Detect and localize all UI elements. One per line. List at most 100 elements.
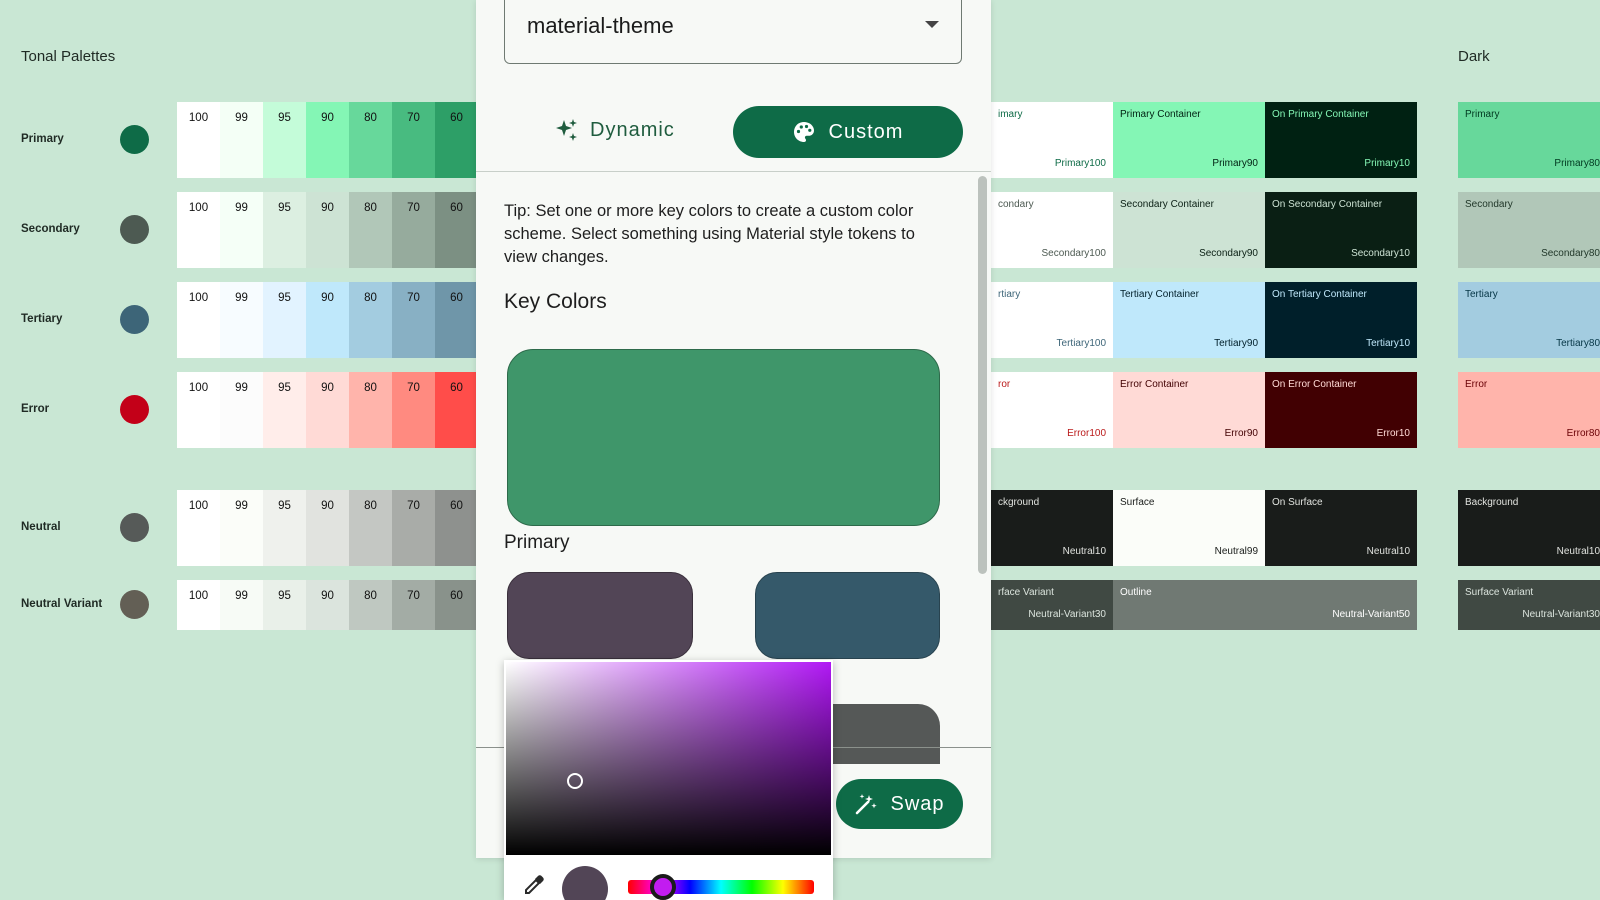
tone-swatch[interactable]: 80 — [349, 490, 392, 566]
tone-swatch[interactable]: 70 — [392, 372, 435, 448]
tile-role-name: ckground — [998, 497, 1040, 508]
tone-swatch[interactable]: 80 — [349, 580, 392, 630]
tile-role-name: Background — [1465, 497, 1519, 508]
swap-button[interactable]: Swap — [836, 779, 963, 829]
tonal-row-color-dot[interactable] — [120, 513, 149, 542]
tone-swatch[interactable]: 70 — [392, 282, 435, 358]
tone-swatch[interactable]: 100 — [177, 372, 220, 448]
light-scheme-tile[interactable]: Primary Container Primary90 — [1113, 102, 1265, 178]
saturation-value-area[interactable] — [506, 662, 831, 855]
tonal-row-label: Tertiary — [21, 313, 63, 325]
tonal-row-color-dot[interactable] — [120, 305, 149, 334]
tone-swatch[interactable]: 95 — [263, 192, 306, 268]
tone-swatch[interactable]: 95 — [263, 490, 306, 566]
tone-swatch[interactable]: 95 — [263, 282, 306, 358]
light-scheme-tile[interactable]: On Secondary Container Secondary10 — [1265, 192, 1417, 268]
tone-row: 100 99 95 90 80 70 60 — [177, 282, 478, 358]
primary-key-color-swatch[interactable] — [507, 349, 940, 526]
tone-swatch[interactable]: 70 — [392, 580, 435, 630]
dynamic-tab-button[interactable]: Dynamic — [554, 118, 675, 142]
tone-swatch[interactable]: 60 — [435, 282, 478, 358]
tone-swatch[interactable]: 70 — [392, 490, 435, 566]
theme-select[interactable]: material-theme — [504, 0, 962, 64]
tone-swatch[interactable]: 60 — [435, 490, 478, 566]
dark-scheme-tile[interactable]: Error Error80 — [1458, 372, 1600, 448]
tone-swatch[interactable]: 99 — [220, 102, 263, 178]
light-scheme-tile[interactable]: imary Primary100 — [991, 102, 1113, 178]
tone-swatch[interactable]: 60 — [435, 102, 478, 178]
tone-swatch[interactable]: 60 — [435, 192, 478, 268]
dark-scheme-tile[interactable]: Primary Primary80 — [1458, 102, 1600, 178]
tone-swatch[interactable]: 80 — [349, 282, 392, 358]
tone-swatch[interactable]: 100 — [177, 102, 220, 178]
tone-swatch[interactable]: 60 — [435, 580, 478, 630]
tone-swatch[interactable]: 70 — [392, 102, 435, 178]
light-scheme-tile[interactable]: On Tertiary Container Tertiary10 — [1265, 282, 1417, 358]
tone-row: 100 99 95 90 80 70 60 — [177, 192, 478, 268]
eyedropper-icon[interactable] — [522, 873, 546, 897]
tonal-row-color-dot[interactable] — [120, 125, 149, 154]
tonal-row-color-dot[interactable] — [120, 395, 149, 424]
tone-swatch[interactable]: 95 — [263, 580, 306, 630]
light-scheme-tile[interactable]: On Primary Container Primary10 — [1265, 102, 1417, 178]
tone-swatch[interactable]: 70 — [392, 192, 435, 268]
tone-swatch[interactable]: 80 — [349, 372, 392, 448]
dark-scheme-tile[interactable]: Secondary Secondary80 — [1458, 192, 1600, 268]
light-scheme-tile[interactable]: ckground Neutral10 — [991, 490, 1113, 566]
tonal-row-color-dot[interactable] — [120, 215, 149, 244]
tile-tone-name: Secondary100 — [1041, 248, 1107, 259]
tone-swatch[interactable]: 95 — [263, 102, 306, 178]
light-scheme-tile[interactable]: Outline Neutral-Variant50 — [1113, 580, 1417, 630]
light-scheme-tile[interactable]: ror Error100 — [991, 372, 1113, 448]
tile-role-name: rface Variant — [998, 587, 1054, 598]
tile-role-name: On Secondary Container — [1272, 199, 1383, 210]
tone-swatch[interactable]: 90 — [306, 192, 349, 268]
tone-swatch[interactable]: 90 — [306, 372, 349, 448]
light-scheme-tile[interactable]: On Error Container Error10 — [1265, 372, 1417, 448]
tile-role-name: Secondary — [1465, 199, 1513, 210]
tone-swatch[interactable]: 100 — [177, 282, 220, 358]
tone-swatch[interactable]: 99 — [220, 580, 263, 630]
light-scheme-tile[interactable]: On Surface Neutral10 — [1265, 490, 1417, 566]
light-scheme-tile[interactable]: Tertiary Container Tertiary90 — [1113, 282, 1265, 358]
panel-scrollbar[interactable] — [978, 176, 987, 574]
tile-tone-name: Tertiary100 — [1056, 338, 1106, 349]
custom-tab-button[interactable]: Custom — [733, 106, 963, 158]
tone-swatch[interactable]: 90 — [306, 580, 349, 630]
light-scheme-tile[interactable]: Surface Neutral99 — [1113, 490, 1265, 566]
light-scheme-tile[interactable]: condary Secondary100 — [991, 192, 1113, 268]
tone-swatch[interactable]: 90 — [306, 102, 349, 178]
tone-swatch[interactable]: 99 — [220, 192, 263, 268]
light-scheme-tile[interactable]: Error Container Error90 — [1113, 372, 1265, 448]
tonal-row-color-dot[interactable] — [120, 590, 149, 619]
tone-row: 100 99 95 90 80 70 60 — [177, 372, 478, 448]
tile-role-name: rtiary — [998, 289, 1021, 300]
tonal-row-label: Primary — [21, 133, 64, 145]
tone-swatch[interactable]: 95 — [263, 372, 306, 448]
tone-swatch[interactable]: 99 — [220, 282, 263, 358]
tone-swatch[interactable]: 99 — [220, 372, 263, 448]
dark-scheme-tile[interactable]: Tertiary Tertiary80 — [1458, 282, 1600, 358]
tertiary-key-color-swatch[interactable] — [755, 572, 940, 659]
tone-swatch[interactable]: 60 — [435, 372, 478, 448]
key-colors-title: Key Colors — [504, 290, 607, 313]
tone-swatch[interactable]: 80 — [349, 192, 392, 268]
tone-swatch[interactable]: 90 — [306, 282, 349, 358]
light-scheme-tile[interactable]: rtiary Tertiary100 — [991, 282, 1113, 358]
tone-swatch[interactable]: 80 — [349, 102, 392, 178]
chevron-down-icon[interactable] — [925, 21, 939, 28]
dark-scheme-tile[interactable]: Surface Variant Neutral-Variant30 — [1458, 580, 1600, 630]
tone-swatch[interactable]: 90 — [306, 490, 349, 566]
tone-swatch[interactable]: 100 — [177, 490, 220, 566]
tone-swatch[interactable]: 100 — [177, 192, 220, 268]
secondary-key-color-swatch[interactable] — [507, 572, 693, 659]
saturation-value-handle[interactable] — [567, 773, 583, 789]
tone-swatch[interactable]: 99 — [220, 490, 263, 566]
hue-slider-handle[interactable] — [650, 874, 676, 900]
tone-swatch[interactable]: 100 — [177, 580, 220, 630]
light-scheme-tile[interactable]: rface Variant Neutral-Variant30 — [991, 580, 1113, 630]
tile-tone-name: Error90 — [1224, 428, 1258, 439]
light-scheme-tile[interactable]: Secondary Container Secondary90 — [1113, 192, 1265, 268]
tile-role-name: Secondary Container — [1120, 199, 1214, 210]
dark-scheme-tile[interactable]: Background Neutral10 — [1458, 490, 1600, 566]
